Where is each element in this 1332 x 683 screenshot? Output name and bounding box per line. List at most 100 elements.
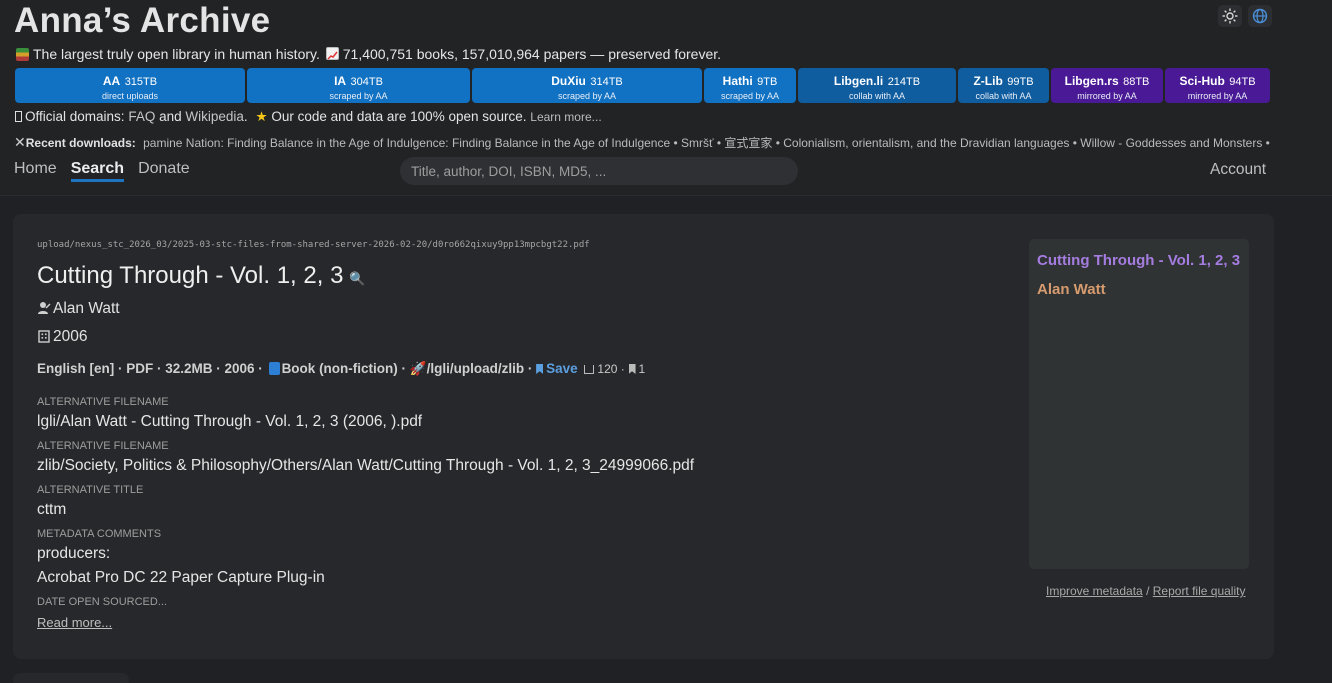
record-meta: English [en] · PDF · 32.2MB · 2006 · Boo… (37, 361, 645, 377)
cover-title: Cutting Through - Vol. 1, 2, 3 (1037, 252, 1241, 269)
tagline-text: The largest truly open library in human … (33, 46, 320, 62)
source-name: Libgen.li (833, 74, 884, 88)
source-button-hathi[interactable]: Hathi 9TB scraped by AA (704, 68, 796, 103)
cover-placeholder[interactable]: Cutting Through - Vol. 1, 2, 3 Alan Watt (1029, 239, 1249, 569)
lists-count: 1 (638, 362, 646, 376)
recent-items[interactable]: pamine Nation: Finding Balance in the Ag… (143, 136, 1272, 150)
file-path: upload/nexus_stc_2026_03/2025-03-stc-fil… (37, 240, 590, 250)
download-icon (584, 365, 595, 374)
search-input[interactable] (400, 157, 798, 185)
meta-type: Book (non-fiction) · (281, 361, 407, 376)
record-author[interactable]: Alan Watt (37, 300, 120, 318)
source-size: 214TB (887, 76, 921, 88)
cover-author: Alan Watt (1037, 281, 1106, 298)
quality-links: Improve metadata / Report file quality (1046, 584, 1245, 598)
source-size: 314TB (590, 76, 623, 88)
save-label: Save (546, 361, 578, 376)
downloads-count: 120 · (597, 362, 625, 376)
source-button-ia[interactable]: IA 304TB scraped by AA (247, 68, 470, 103)
source-button-duxiu[interactable]: DuXiu 314TB scraped by AA (472, 68, 702, 103)
field-label: Alternative title (37, 484, 144, 496)
source-sub: scraped by AA (720, 91, 780, 101)
field-label: Metadata comments (37, 528, 162, 540)
account-link[interactable]: Account (1210, 161, 1266, 179)
author-name: Alan Watt (53, 300, 120, 317)
save-button[interactable]: Save (536, 361, 578, 376)
theme-toggle-icon[interactable] (1218, 5, 1242, 27)
nav-home[interactable]: Home (14, 160, 57, 182)
language-globe-icon[interactable] (1248, 5, 1272, 27)
author-icon (38, 302, 51, 314)
field-label: Alternative filename (37, 440, 169, 452)
source-button-libgen-rs[interactable]: Libgen.rs 88TB mirrored by AA (1051, 68, 1163, 103)
chart-increasing-icon (325, 47, 339, 60)
blue-book-icon (268, 362, 280, 375)
source-name: DuXiu (551, 74, 586, 88)
downloads-stat: 120 · (581, 362, 625, 376)
list-bookmark-icon (628, 364, 636, 374)
nav-donate[interactable]: Donate (138, 160, 190, 182)
magnifier-icon[interactable]: 🔍 (349, 271, 365, 286)
source-button-scihub[interactable]: Sci-Hub 94TB mirrored by AA (1165, 68, 1270, 103)
tagline: The largest truly open library in human … (16, 46, 721, 62)
source-name: Hathi (722, 74, 753, 88)
building-icon (38, 330, 50, 343)
lists-stat: 1 (628, 362, 646, 376)
source-sub: mirrored by AA (1077, 91, 1137, 101)
source-name: Sci-Hub (1179, 74, 1225, 88)
star-icon: ★ (255, 109, 268, 124)
open-source-text: Our code and data are 100% open source. (271, 109, 527, 124)
source-size: 304TB (350, 76, 383, 88)
source-sub: mirrored by AA (1187, 91, 1248, 101)
source-button-libgen-li[interactable]: Libgen.li 214TB collab with AA (798, 68, 956, 103)
site-title[interactable]: Anna’s Archive (14, 1, 270, 41)
wikipedia-link[interactable]: Wikipedia (185, 109, 244, 124)
missing-glyph-icon (15, 111, 22, 122)
source-button-zlib[interactable]: Z-Lib 99TB collab with AA (958, 68, 1049, 103)
meta-basic: English [en] · PDF · 32.2MB · 2006 · (37, 361, 263, 376)
separator: / (1146, 584, 1150, 598)
field-label: Alternative filename (37, 396, 169, 408)
recent-label: Recent downloads: (25, 136, 136, 150)
read-more-link[interactable]: Read more... (37, 615, 112, 630)
domains-and: and (159, 109, 182, 124)
source-button-aa[interactable]: AA 315TB direct uploads (15, 68, 245, 103)
record-title: Cutting Through - Vol. 1, 2, 3 🔍 (37, 262, 366, 290)
faq-link[interactable]: FAQ (128, 109, 155, 124)
source-sub: collab with AA (975, 91, 1032, 101)
record-year: 2006 (37, 328, 87, 346)
date-label: Date open sourced... (37, 596, 167, 608)
improve-metadata-link[interactable]: Improve metadata (1046, 584, 1143, 598)
source-size: 315TB (124, 76, 158, 88)
source-name: AA (102, 74, 121, 88)
record-title-text: Cutting Through - Vol. 1, 2, 3 (37, 262, 344, 289)
report-quality-link[interactable]: Report file quality (1153, 584, 1246, 598)
comment-line: Acrobat Pro DC 22 Paper Capture Plug-in (37, 569, 325, 586)
close-icon[interactable]: ✕ (14, 134, 26, 150)
bookmark-icon (536, 364, 544, 374)
field-value: zlib/Society, Politics & Philosophy/Othe… (37, 457, 695, 474)
record-card: upload/nexus_stc_2026_03/2025-03-stc-fil… (13, 214, 1274, 659)
domains-prefix: Official domains: (25, 109, 125, 124)
top-icons (1218, 5, 1272, 27)
next-card-stub (13, 673, 129, 683)
source-name: Libgen.rs (1064, 74, 1119, 88)
source-sub: direct uploads (101, 91, 159, 101)
source-sub: scraped by AA (329, 91, 388, 101)
source-sub: collab with AA (848, 91, 906, 101)
recent-downloads: ✕Recent downloads: pamine Nation: Findin… (14, 134, 1272, 151)
source-size: 94TB (1229, 76, 1256, 88)
meta-source: /lgli/upload/zlib · (426, 361, 533, 376)
tagline-stats: 71,400,751 books, 157,010,964 papers — p… (342, 46, 722, 62)
learn-more-link[interactable]: Learn more... (530, 110, 601, 124)
site-header: Anna’s Archive The largest truly open li… (0, 0, 1332, 196)
field-value: lgli/Alan Watt - Cutting Through - Vol. … (37, 413, 423, 430)
source-size: 88TB (1123, 76, 1150, 88)
source-sub: scraped by AA (557, 91, 617, 101)
field-value: producers: (37, 545, 111, 562)
nav-search[interactable]: Search (70, 160, 125, 182)
year-text: 2006 (53, 328, 88, 345)
source-name: Z-Lib (973, 74, 1003, 88)
field-value: cttm (37, 501, 67, 518)
main-nav: Home Search Donate (14, 160, 190, 182)
